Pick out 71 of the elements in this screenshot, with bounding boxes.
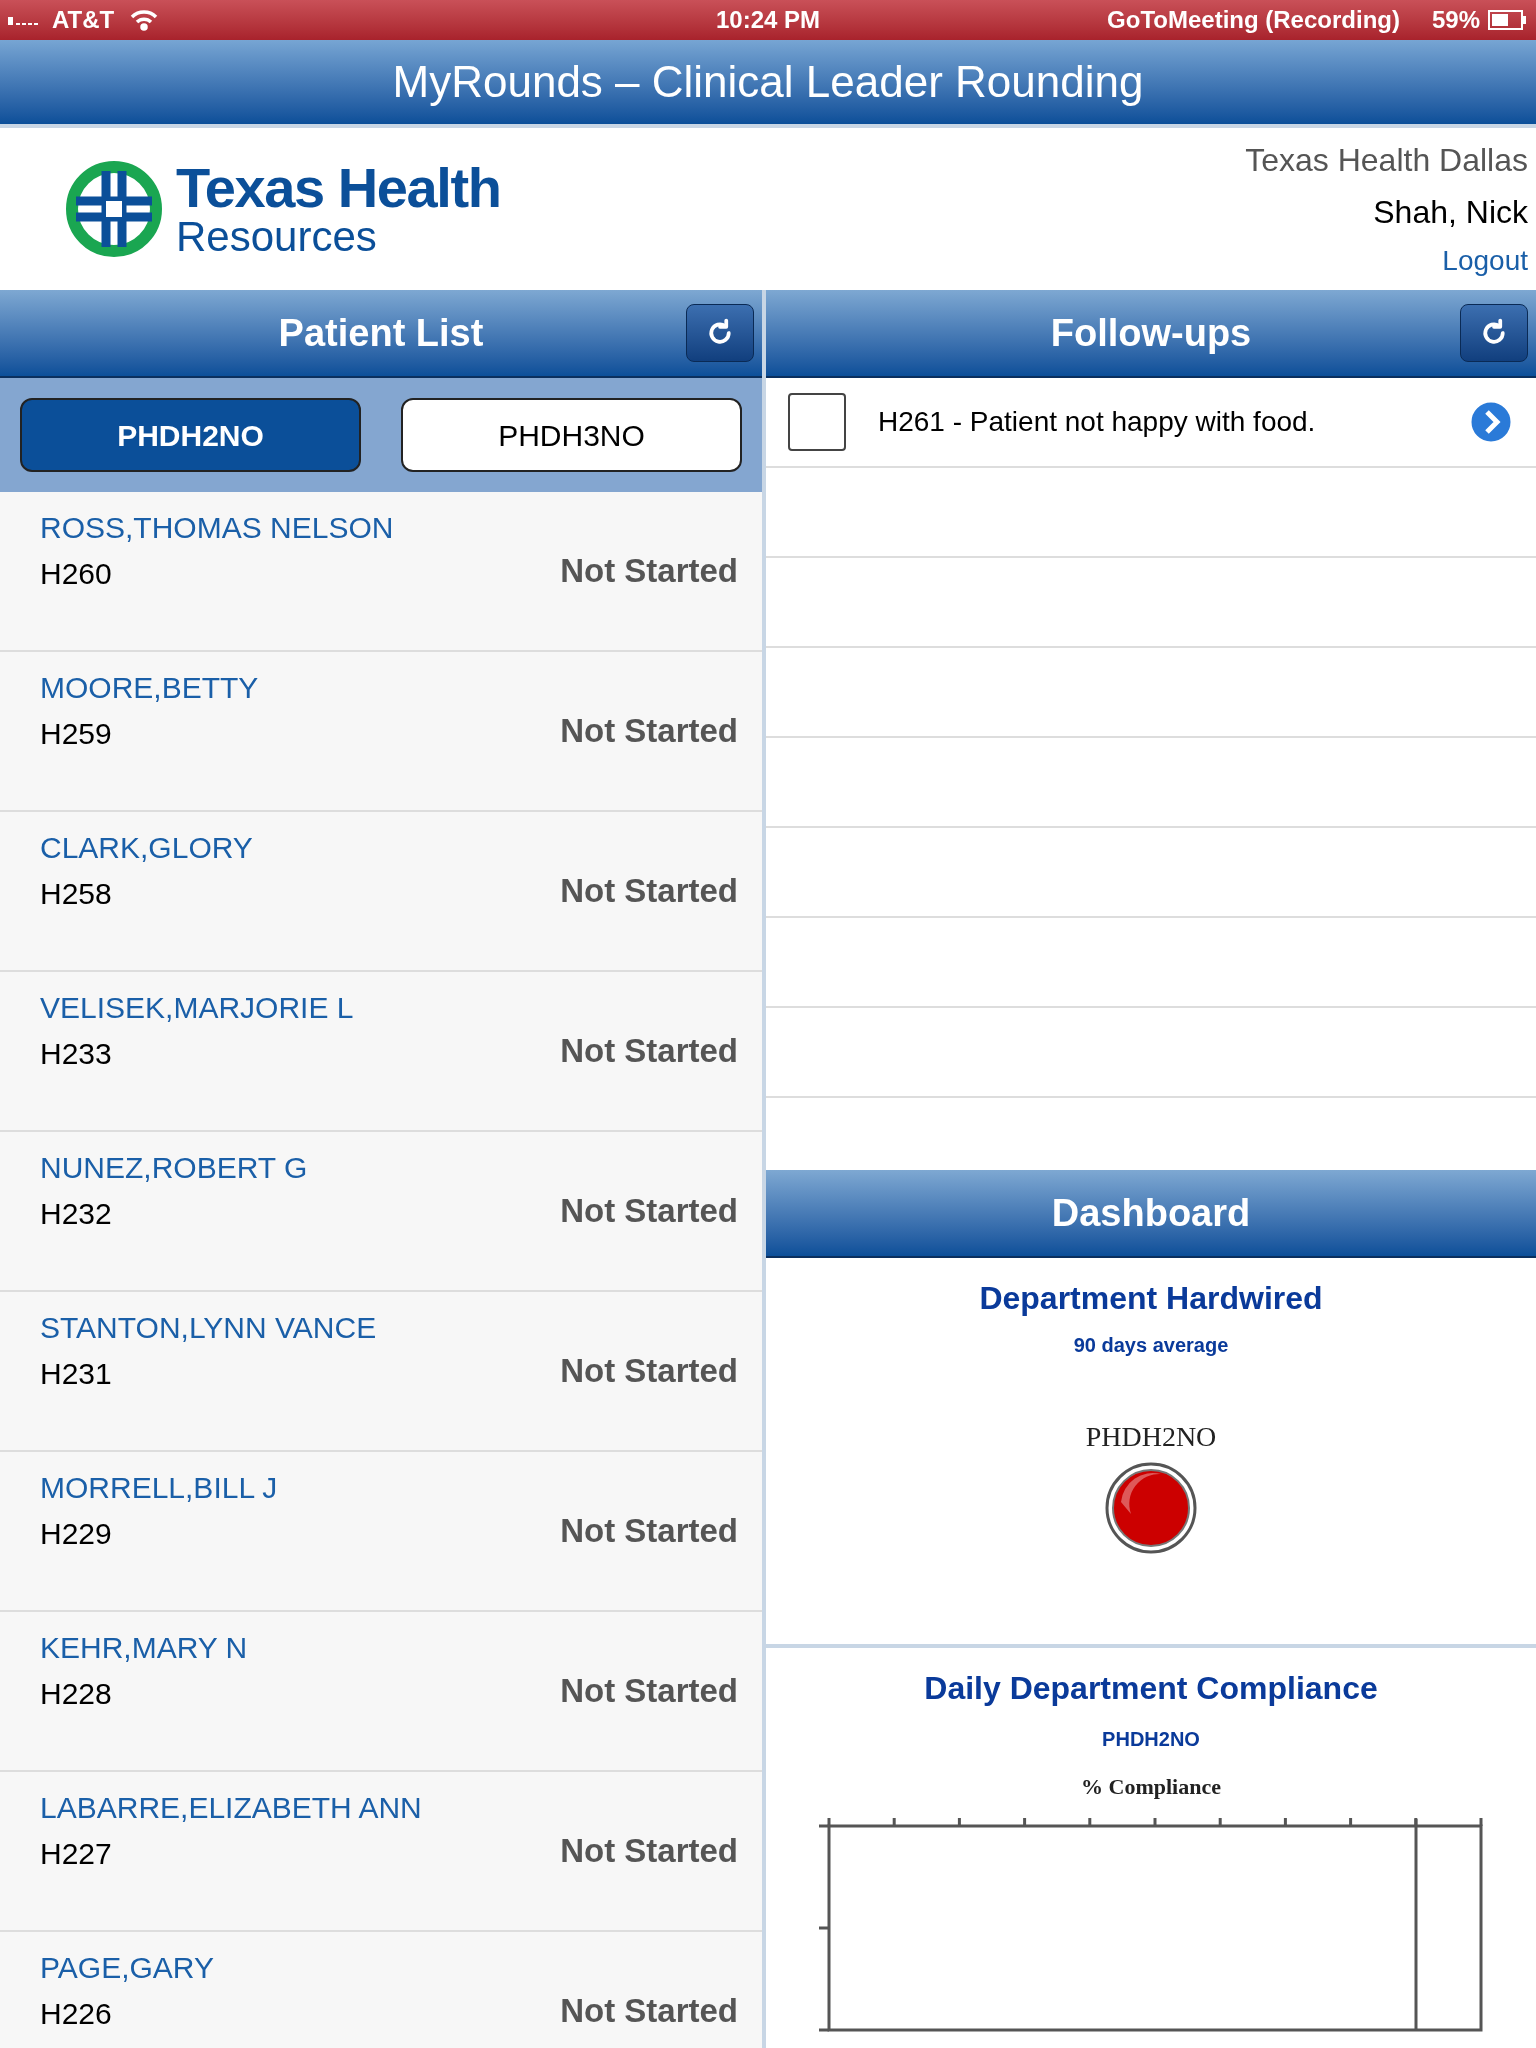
patient-row[interactable]: KEHR,MARY N H228 Not Started (0, 1612, 762, 1772)
unit-label: PHDH2NO (1085, 1420, 1217, 1454)
room-number: H233 (40, 1036, 113, 1072)
patient-name: PAGE,GARY (40, 1950, 214, 1986)
panel-title: Follow-ups (1050, 310, 1252, 356)
activity-label: GoToMeeting (Recording) (1107, 5, 1400, 35)
room-number: H259 (40, 716, 113, 752)
patient-row[interactable]: MORRELL,BILL J H229 Not Started (0, 1452, 762, 1612)
patient-row[interactable]: PAGE,GARY H226 Not Started (0, 1932, 762, 2048)
facility-name: Texas Health Dallas (1245, 141, 1528, 180)
chevron-right-icon[interactable] (1468, 399, 1514, 445)
patient-name: CLARK,GLORY (40, 830, 253, 866)
patient-name: LABARRE,ELIZABETH ANN (40, 1790, 422, 1826)
follow-up-checkbox[interactable] (788, 393, 846, 451)
patient-row[interactable]: ROSS,THOMAS NELSON H260 Not Started (0, 492, 762, 652)
room-number: H226 (40, 1996, 113, 2032)
status-label: Not Started (560, 1351, 738, 1392)
patient-name: NUNEZ,ROBERT G (40, 1150, 308, 1186)
room-number: H231 (40, 1356, 113, 1392)
segment-tab[interactable]: PHDH2NO (20, 398, 361, 472)
patient-row[interactable]: CLARK,GLORY H258 Not Started (0, 812, 762, 972)
status-label: Not Started (560, 551, 738, 592)
battery-label: 59% (1431, 5, 1480, 35)
patient-row[interactable]: VELISEK,MARJORIE L H233 Not Started (0, 972, 762, 1132)
chart-title: % Compliance (1081, 1773, 1221, 1801)
segment-tab[interactable]: PHDH3NO (401, 398, 742, 472)
follow-up-text: H261 - Patient not happy with food. (878, 405, 1316, 439)
wifi-icon (130, 9, 159, 31)
room-number: H228 (40, 1676, 113, 1712)
room-number: H227 (40, 1836, 113, 1872)
carrier-label: AT&T (52, 5, 115, 35)
time-label: 10:24 PM (715, 5, 821, 35)
patient-name: ROSS,THOMAS NELSON (40, 510, 394, 546)
patient-name: KEHR,MARY N (40, 1630, 248, 1666)
app-title: MyRounds – Clinical Leader Rounding (392, 56, 1144, 108)
card-subtitle: 90 days average (1073, 1333, 1229, 1358)
logo-title: Texas Health (176, 160, 501, 216)
status-label: Not Started (560, 1831, 738, 1872)
logo-subtitle: Resources (176, 216, 378, 258)
patient-row[interactable]: STANTON,LYNN VANCE H231 Not Started (0, 1292, 762, 1452)
room-number: H260 (40, 556, 113, 592)
logo-icon (64, 159, 164, 259)
status-label: Not Started (560, 1511, 738, 1552)
patient-row[interactable]: NUNEZ,ROBERT G H232 Not Started (0, 1132, 762, 1292)
follow-up-row[interactable]: H261 - Patient not happy with food. (766, 378, 1536, 468)
patient-name: MORRELL,BILL J (40, 1470, 278, 1506)
card-subtitle: PHDH2NO (1102, 1727, 1200, 1752)
card-title: Department Hardwired (979, 1279, 1323, 1318)
patient-name: MOORE,BETTY (40, 670, 259, 706)
room-number: H232 (40, 1196, 113, 1232)
status-label: Not Started (560, 711, 738, 752)
status-label: Not Started (560, 1191, 738, 1232)
panel-title: Patient List (278, 310, 484, 356)
card-title: Daily Department Compliance (924, 1669, 1378, 1708)
patient-name: STANTON,LYNN VANCE (40, 1310, 377, 1346)
room-number: H258 (40, 876, 113, 912)
refresh-button[interactable] (686, 304, 754, 362)
patient-row[interactable]: LABARRE,ELIZABETH ANN H227 Not Started (0, 1772, 762, 1932)
status-label: Not Started (560, 1991, 738, 2032)
patient-name: VELISEK,MARJORIE L (40, 990, 354, 1026)
status-label: Not Started (560, 871, 738, 912)
user-name: Shah, Nick (1373, 193, 1528, 232)
refresh-button[interactable] (1460, 304, 1528, 362)
patient-row[interactable]: MOORE,BETTY H259 Not Started (0, 652, 762, 812)
status-label: Not Started (560, 1031, 738, 1072)
logout-link[interactable]: Logout (1442, 240, 1528, 282)
panel-title: Dashboard (1051, 1190, 1251, 1236)
battery-icon (1488, 10, 1528, 30)
room-number: H229 (40, 1516, 113, 1552)
status-label: Not Started (560, 1671, 738, 1712)
status-indicator-icon (1105, 1462, 1197, 1554)
